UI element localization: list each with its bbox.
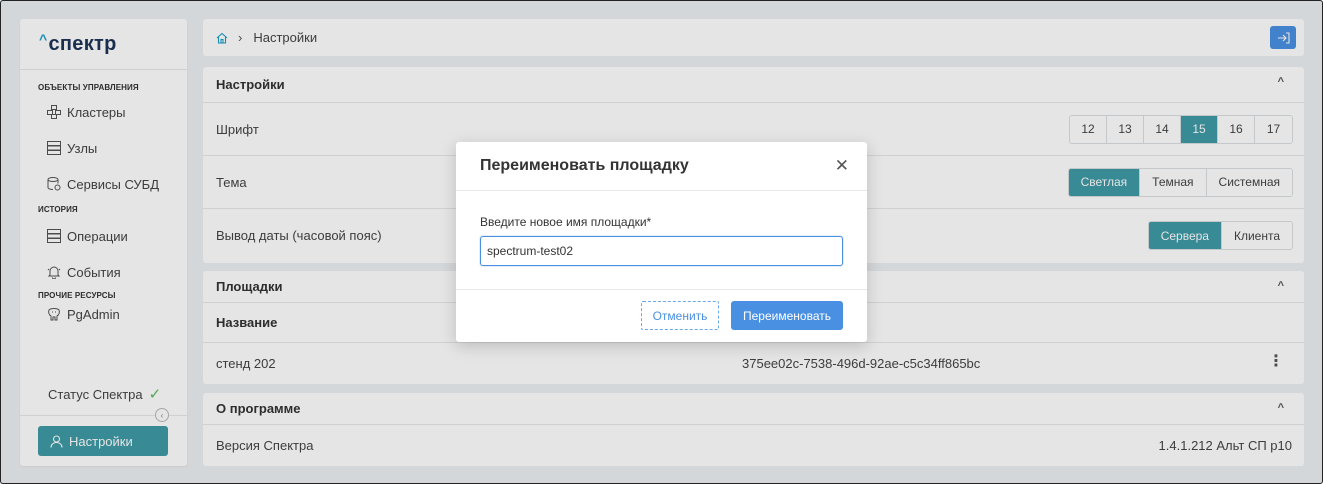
- dialog-footer: Отменить Переименовать: [456, 290, 867, 341]
- rename-button[interactable]: Переименовать: [731, 301, 843, 330]
- close-icon[interactable]: ✕: [835, 157, 849, 174]
- dialog-header: Переименовать площадку ✕: [456, 142, 867, 191]
- cancel-button[interactable]: Отменить: [641, 301, 719, 330]
- site-name-label: Введите новое имя площадки*: [480, 215, 652, 229]
- site-name-input[interactable]: [480, 236, 843, 266]
- dialog-title: Переименовать площадку: [480, 157, 689, 174]
- rename-site-dialog: Переименовать площадку ✕ Введите новое и…: [456, 142, 867, 342]
- dialog-body: Введите новое имя площадки*: [456, 191, 867, 290]
